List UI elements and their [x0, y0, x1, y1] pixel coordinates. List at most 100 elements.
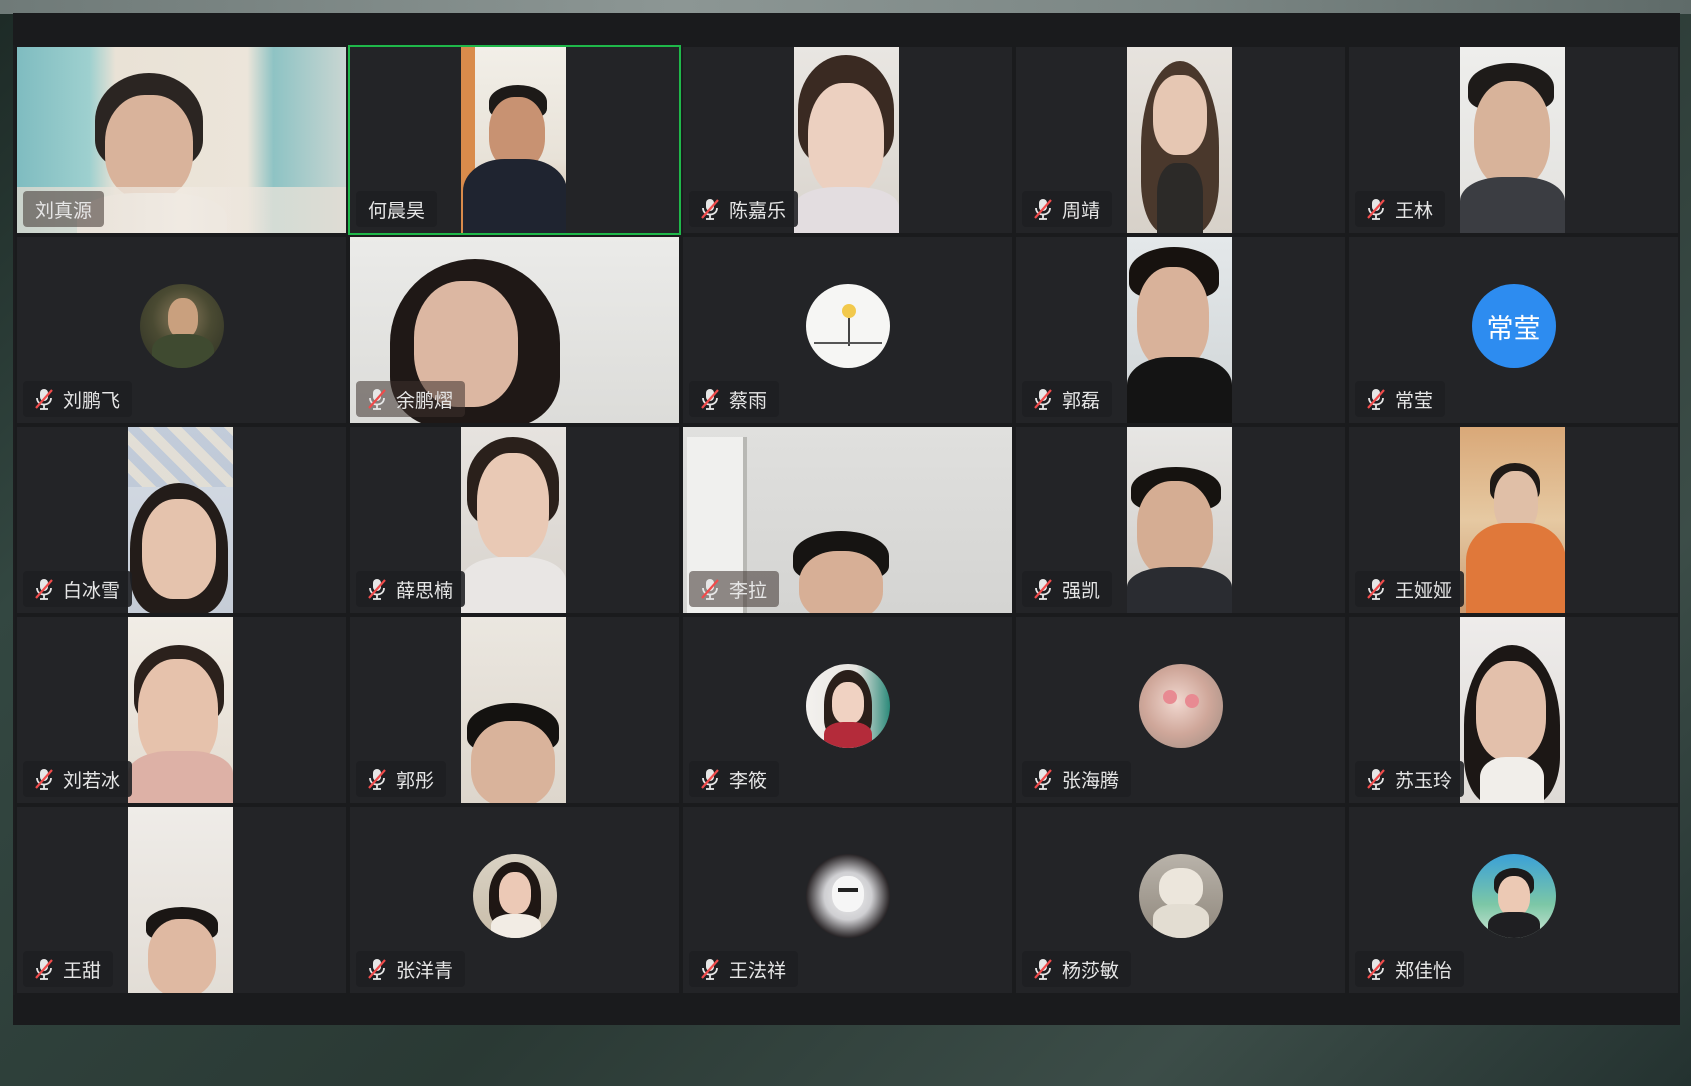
- mic-off-icon: [1367, 959, 1385, 980]
- participant-tile[interactable]: 强凯: [1014, 425, 1347, 615]
- participant-name: 郑佳怡: [1395, 959, 1453, 982]
- participant-name-tag: 刘鹏飞: [23, 381, 133, 417]
- meeting-window: 刘真源 何晨昊 陈嘉乐 周靖 王林 刘鹏飞 余鹏熠 蔡雨 郭磊 常莹 常莹 白冰…: [13, 13, 1680, 1025]
- participant-tile[interactable]: 郑佳怡: [1347, 805, 1680, 995]
- participant-name-tag: 郑佳怡: [1355, 951, 1465, 987]
- participant-name-tag: 薛思楠: [356, 571, 466, 607]
- participant-avatar: [805, 284, 890, 368]
- participant-tile[interactable]: 余鹏熠: [348, 235, 681, 425]
- participant-tile[interactable]: 白冰雪: [15, 425, 348, 615]
- participant-tile[interactable]: 张海腾: [1014, 615, 1347, 805]
- participant-name: 何晨昊: [368, 199, 426, 222]
- participant-name: 苏玉玲: [1395, 769, 1453, 792]
- participant-avatar: [1138, 664, 1223, 748]
- video-feed: [461, 47, 566, 233]
- participant-name-tag: 张洋青: [356, 951, 466, 987]
- participant-tile[interactable]: 郭彤: [348, 615, 681, 805]
- participant-name: 陈嘉乐: [729, 199, 787, 222]
- participant-name: 白冰雪: [63, 579, 121, 602]
- participant-tile[interactable]: 李筱: [681, 615, 1014, 805]
- participant-name: 李筱: [729, 769, 768, 792]
- participant-name-tag: 余鹏熠: [356, 381, 466, 417]
- participant-avatar: [472, 854, 557, 938]
- participant-name: 周靖: [1062, 199, 1101, 222]
- participant-text-avatar: 常莹: [1471, 284, 1556, 368]
- participant-tile[interactable]: 常莹 常莹: [1347, 235, 1680, 425]
- mic-off-icon: [1367, 389, 1385, 410]
- participant-name-tag: 王林: [1355, 191, 1446, 227]
- participant-name-tag: 郭磊: [1022, 381, 1113, 417]
- desktop-top-edge: [0, 0, 1691, 14]
- video-feed: [1127, 237, 1232, 423]
- mic-off-icon: [368, 579, 386, 600]
- video-feed: [461, 427, 566, 613]
- participant-name-tag: 常莹: [1355, 381, 1446, 417]
- participant-name: 王甜: [63, 959, 102, 982]
- participant-tile[interactable]: 蔡雨: [681, 235, 1014, 425]
- participant-tile[interactable]: 杨莎敏: [1014, 805, 1347, 995]
- participant-avatar: [1138, 854, 1223, 938]
- participant-name: 常莹: [1395, 389, 1434, 412]
- participant-name: 薛思楠: [396, 579, 454, 602]
- participant-tile[interactable]: 陈嘉乐: [681, 45, 1014, 235]
- participant-avatar: [139, 284, 224, 368]
- participant-tile[interactable]: 周靖: [1014, 45, 1347, 235]
- video-feed: [1460, 47, 1565, 233]
- participant-name: 蔡雨: [729, 389, 768, 412]
- participant-name-tag: 白冰雪: [23, 571, 133, 607]
- participant-name-tag: 周靖: [1022, 191, 1113, 227]
- mic-off-icon: [1034, 769, 1052, 790]
- participant-name: 李拉: [729, 579, 768, 602]
- participant-name: 张洋青: [396, 959, 454, 982]
- participant-name: 王娅娅: [1395, 579, 1453, 602]
- participant-tile[interactable]: 郭磊: [1014, 235, 1347, 425]
- mic-off-icon: [35, 389, 53, 410]
- participant-name: 刘真源: [35, 199, 93, 222]
- mic-off-icon: [368, 389, 386, 410]
- participant-name: 王法祥: [729, 959, 787, 982]
- participant-tile[interactable]: 薛思楠: [348, 425, 681, 615]
- participant-tile[interactable]: 苏玉玲: [1347, 615, 1680, 805]
- video-feed: [461, 617, 566, 803]
- participant-tile-active-speaker[interactable]: 何晨昊: [348, 45, 681, 235]
- participant-tile[interactable]: 李拉: [681, 425, 1014, 615]
- mic-off-icon: [1034, 959, 1052, 980]
- participant-name-tag: 张海腾: [1022, 761, 1132, 797]
- meeting-top-bar: [13, 13, 1680, 45]
- participant-avatar: [1471, 854, 1556, 938]
- video-feed: [1127, 427, 1232, 613]
- participant-avatar: [805, 854, 890, 938]
- meeting-bottom-bar: [13, 995, 1680, 1025]
- participant-tile[interactable]: 刘真源: [15, 45, 348, 235]
- participant-name: 郭磊: [1062, 389, 1101, 412]
- video-feed: [1460, 427, 1565, 613]
- mic-off-icon: [1367, 579, 1385, 600]
- mic-off-icon: [1367, 769, 1385, 790]
- participant-name-tag: 李拉: [689, 571, 780, 607]
- video-feed: [794, 47, 899, 233]
- participant-tile[interactable]: 王林: [1347, 45, 1680, 235]
- participant-name-tag: 郭彤: [356, 761, 447, 797]
- mic-off-icon: [701, 389, 719, 410]
- mic-off-icon: [1034, 579, 1052, 600]
- video-feed: [128, 427, 233, 613]
- mic-off-icon: [368, 959, 386, 980]
- participant-tile[interactable]: 刘若冰: [15, 615, 348, 805]
- participant-name: 余鹏熠: [396, 389, 454, 412]
- participant-name: 强凯: [1062, 579, 1101, 602]
- participant-tile[interactable]: 王甜: [15, 805, 348, 995]
- mic-off-icon: [35, 769, 53, 790]
- participant-name-tag: 刘真源: [23, 191, 105, 227]
- participant-name: 张海腾: [1062, 769, 1120, 792]
- participant-name-tag: 李筱: [689, 761, 780, 797]
- participant-tile[interactable]: 张洋青: [348, 805, 681, 995]
- participant-tile[interactable]: 王娅娅: [1347, 425, 1680, 615]
- participant-tile[interactable]: 王法祥: [681, 805, 1014, 995]
- participant-name-tag: 强凯: [1022, 571, 1113, 607]
- participant-name-tag: 王法祥: [689, 951, 799, 987]
- mic-off-icon: [701, 579, 719, 600]
- video-feed: [1460, 617, 1565, 803]
- mic-off-icon: [1034, 199, 1052, 220]
- mic-off-icon: [701, 199, 719, 220]
- participant-tile[interactable]: 刘鹏飞: [15, 235, 348, 425]
